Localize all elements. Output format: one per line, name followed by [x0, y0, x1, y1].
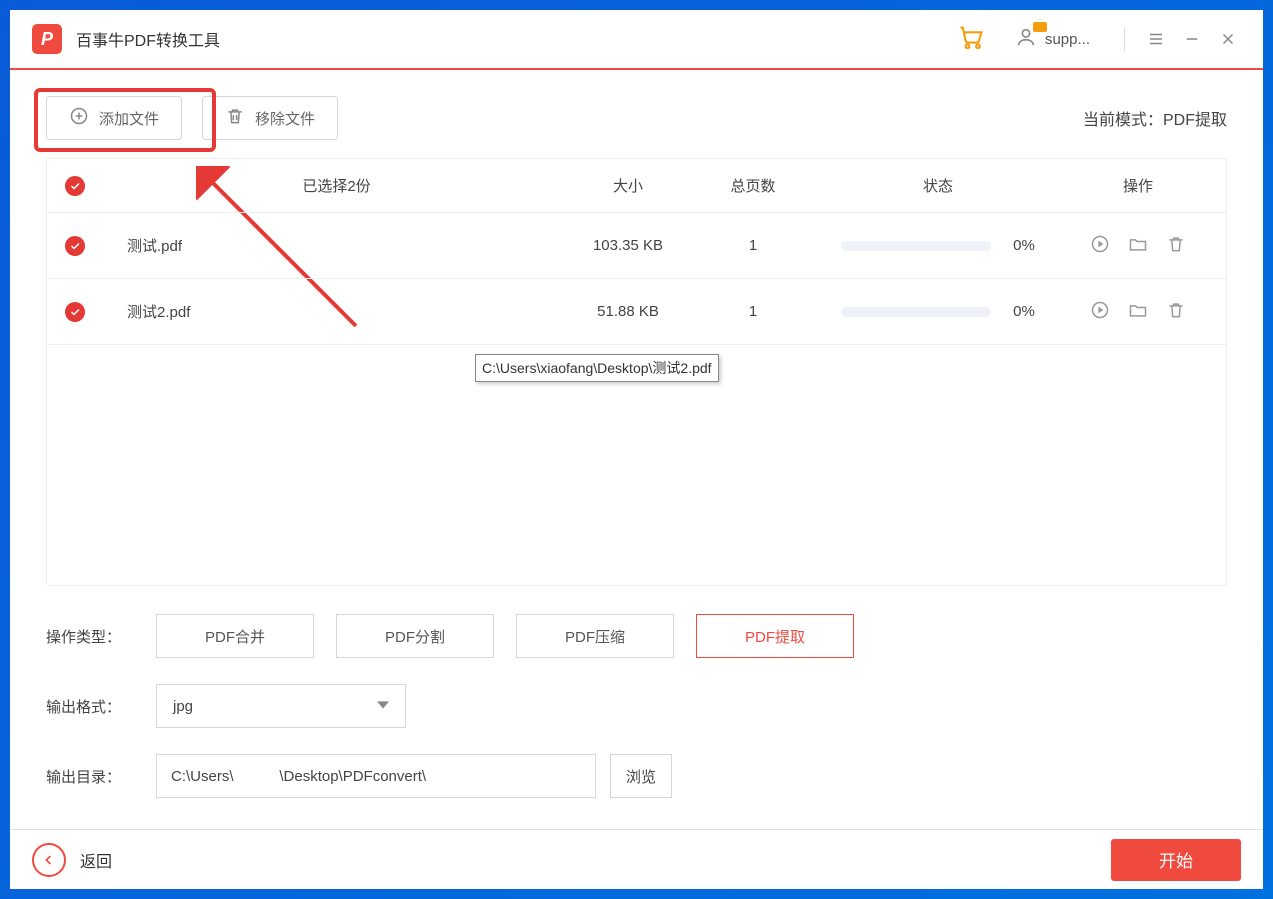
toolbar: 添加文件 移除文件 当前模式：PDF提取: [10, 70, 1263, 158]
table-header: 已选择2份 大小 总页数 状态 操作: [47, 159, 1226, 213]
progress-percent: 0%: [1013, 303, 1035, 320]
format-label: 输出格式：: [46, 696, 156, 717]
path-label: 输出目录：: [46, 766, 156, 787]
file-pages: 1: [698, 303, 808, 320]
file-name: 测试.pdf: [115, 235, 558, 256]
format-select[interactable]: jpg: [156, 684, 406, 728]
vip-badge-icon: [1033, 22, 1047, 32]
op-type-row: 操作类型： PDF合并 PDF分割 PDF压缩 PDF提取: [46, 614, 1227, 658]
delete-icon[interactable]: [1166, 300, 1186, 324]
file-status: 0%: [808, 237, 1068, 254]
path-row: 输出目录： 浏览: [46, 754, 1227, 798]
folder-icon[interactable]: [1128, 234, 1148, 258]
col-selected-label: 已选择2份: [115, 175, 558, 196]
col-status-label: 状态: [808, 175, 1068, 196]
table-row: 测试.pdf 103.35 KB 1 0%: [47, 213, 1226, 279]
progress-bar: [841, 307, 991, 317]
trash-icon: [225, 106, 245, 130]
file-size: 103.35 KB: [558, 237, 698, 254]
cart-icon[interactable]: [957, 23, 985, 56]
remove-file-button[interactable]: 移除文件: [202, 96, 338, 140]
app-logo: P: [32, 24, 62, 54]
progress-bar: [841, 241, 991, 251]
file-path-tooltip: C:\Users\xiaofang\Desktop\测试2.pdf: [475, 354, 719, 382]
format-value: jpg: [173, 698, 193, 715]
row-checkbox[interactable]: [65, 302, 85, 322]
mode-indicator: 当前模式：PDF提取: [1083, 106, 1227, 130]
file-table: 已选择2份 大小 总页数 状态 操作 测试.pdf 103.35 KB 1 0%…: [46, 158, 1227, 586]
chevron-down-icon: [377, 698, 389, 715]
back-button[interactable]: 返回: [32, 843, 112, 877]
app-title: 百事牛PDF转换工具: [76, 27, 220, 51]
account-label: supp...: [1045, 31, 1090, 48]
add-file-button[interactable]: 添加文件: [46, 96, 182, 140]
footer: 返回 开始: [10, 829, 1263, 889]
select-all-checkbox[interactable]: [65, 176, 85, 196]
op-type-label: 操作类型：: [46, 626, 156, 647]
op-compress-button[interactable]: PDF压缩: [516, 614, 674, 658]
arrow-left-icon: [32, 843, 66, 877]
account-button[interactable]: supp...: [1015, 26, 1090, 52]
file-size: 51.88 KB: [558, 303, 698, 320]
op-extract-button[interactable]: PDF提取: [696, 614, 854, 658]
delete-icon[interactable]: [1166, 234, 1186, 258]
menu-button[interactable]: [1143, 26, 1169, 52]
close-button[interactable]: [1215, 26, 1241, 52]
file-actions: [1068, 300, 1208, 324]
separator: [1124, 27, 1125, 51]
remove-file-label: 移除文件: [255, 108, 315, 129]
output-path-input[interactable]: [156, 754, 596, 798]
table-row: 测试2.pdf 51.88 KB 1 0%: [47, 279, 1226, 345]
format-row: 输出格式： jpg: [46, 684, 1227, 728]
app-window: P 百事牛PDF转换工具 supp... 添加文件: [10, 10, 1263, 889]
play-icon[interactable]: [1090, 234, 1110, 258]
file-status: 0%: [808, 303, 1068, 320]
avatar-icon: [1015, 26, 1037, 52]
op-split-button[interactable]: PDF分割: [336, 614, 494, 658]
browse-button[interactable]: 浏览: [610, 754, 672, 798]
file-name: 测试2.pdf: [115, 301, 558, 322]
plus-circle-icon: [69, 106, 89, 130]
options-panel: 操作类型： PDF合并 PDF分割 PDF压缩 PDF提取 输出格式： jpg …: [46, 614, 1227, 798]
row-checkbox[interactable]: [65, 236, 85, 256]
start-button[interactable]: 开始: [1111, 839, 1241, 881]
op-merge-button[interactable]: PDF合并: [156, 614, 314, 658]
col-pages-label: 总页数: [698, 175, 808, 196]
file-actions: [1068, 234, 1208, 258]
play-icon[interactable]: [1090, 300, 1110, 324]
titlebar: P 百事牛PDF转换工具 supp...: [10, 10, 1263, 70]
folder-icon[interactable]: [1128, 300, 1148, 324]
file-pages: 1: [698, 237, 808, 254]
minimize-button[interactable]: [1179, 26, 1205, 52]
add-file-label: 添加文件: [99, 108, 159, 129]
progress-percent: 0%: [1013, 237, 1035, 254]
col-size-label: 大小: [558, 175, 698, 196]
col-actions-label: 操作: [1068, 175, 1208, 196]
back-label: 返回: [80, 848, 112, 872]
